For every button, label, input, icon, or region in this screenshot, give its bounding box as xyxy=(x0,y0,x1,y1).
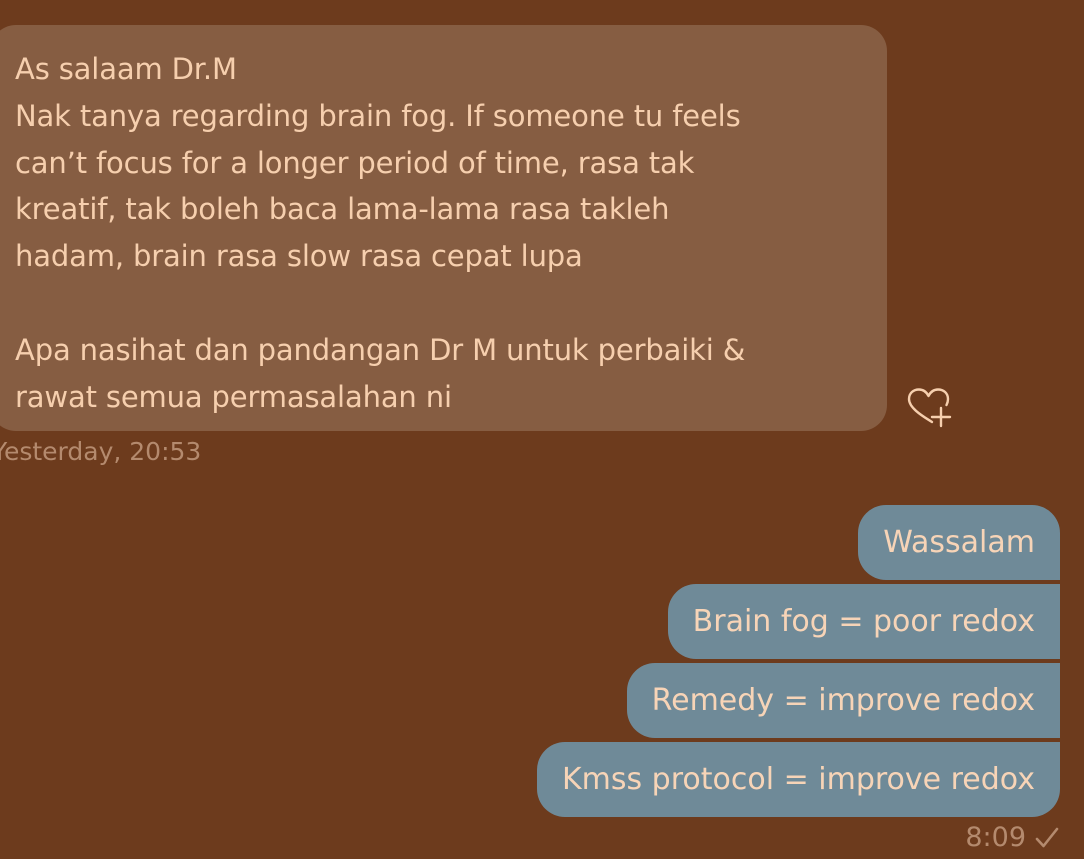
message-timestamp: Yesterday, 20:53 xyxy=(0,437,202,466)
incoming-message-line: As salaam Dr.M xyxy=(15,52,237,86)
incoming-message-line: can’t focus for a longer period of time,… xyxy=(15,145,695,180)
incoming-message-bubble[interactable]: As salaam Dr.M Nak tanya regarding brain… xyxy=(0,25,887,431)
outgoing-message-bubble[interactable]: Wassalam xyxy=(858,505,1060,580)
check-icon xyxy=(1034,825,1060,851)
incoming-message-line xyxy=(15,280,867,327)
incoming-message-line: hadam, brain rasa slow rasa cepat lupa xyxy=(15,239,583,274)
outgoing-message-bubble[interactable]: Brain fog = poor redox xyxy=(667,584,1060,659)
outgoing-message-bubble[interactable]: Remedy = improve redox xyxy=(626,663,1060,738)
incoming-message-line: rawat semua permasalahan ni xyxy=(15,379,452,414)
incoming-message-line: Nak tanya regarding brain fog. If someon… xyxy=(15,98,741,133)
incoming-message-line: Apa nasihat dan pandangan Dr M untuk per… xyxy=(15,332,746,367)
incoming-message-line: kreatif, tak boleh baca lama-lama rasa t… xyxy=(15,192,670,227)
outgoing-timestamp-row: 8:09 xyxy=(965,822,1060,853)
outgoing-message-bubble[interactable]: Kmss protocol = improve redox xyxy=(536,742,1060,817)
outgoing-timestamp: 8:09 xyxy=(965,822,1026,853)
heart-plus-icon[interactable] xyxy=(904,386,954,432)
